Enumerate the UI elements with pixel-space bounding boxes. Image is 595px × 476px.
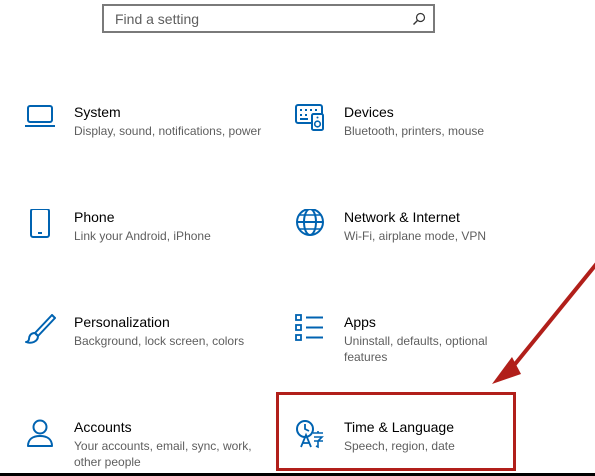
person-icon — [27, 419, 53, 447]
phone-icon — [30, 209, 50, 238]
tile-description: Uninstall, defaults, optional features — [344, 334, 488, 364]
laptop-icon — [25, 105, 55, 127]
tile-description: Background, lock screen, colors — [74, 334, 245, 348]
search-icon — [413, 12, 426, 25]
tile-title: Network & Internet — [344, 209, 460, 225]
tile-description: Link your Android, iPhone — [74, 229, 211, 243]
tile-title: System — [74, 104, 121, 120]
highlight-box — [276, 392, 516, 471]
paintbrush-icon — [25, 314, 56, 344]
keyboard-speaker-icon — [295, 104, 324, 131]
tile-description: Display, sound, notifications, power — [74, 124, 262, 138]
tile-title: Apps — [344, 314, 376, 330]
apps-list-icon — [295, 314, 323, 341]
tile-description: Your accounts, email, sync, work, other … — [74, 439, 252, 469]
tile-title: Devices — [344, 104, 394, 120]
tile-description: Bluetooth, printers, mouse — [344, 124, 485, 138]
search-input[interactable]: Find a setting — [102, 4, 435, 33]
tile-title: Personalization — [74, 314, 170, 330]
globe-icon — [296, 209, 324, 236]
tile-title: Accounts — [74, 419, 132, 435]
tile-title: Phone — [74, 209, 115, 225]
tile-description: Wi-Fi, airplane mode, VPN — [344, 229, 487, 243]
search-placeholder: Find a setting — [115, 11, 200, 27]
